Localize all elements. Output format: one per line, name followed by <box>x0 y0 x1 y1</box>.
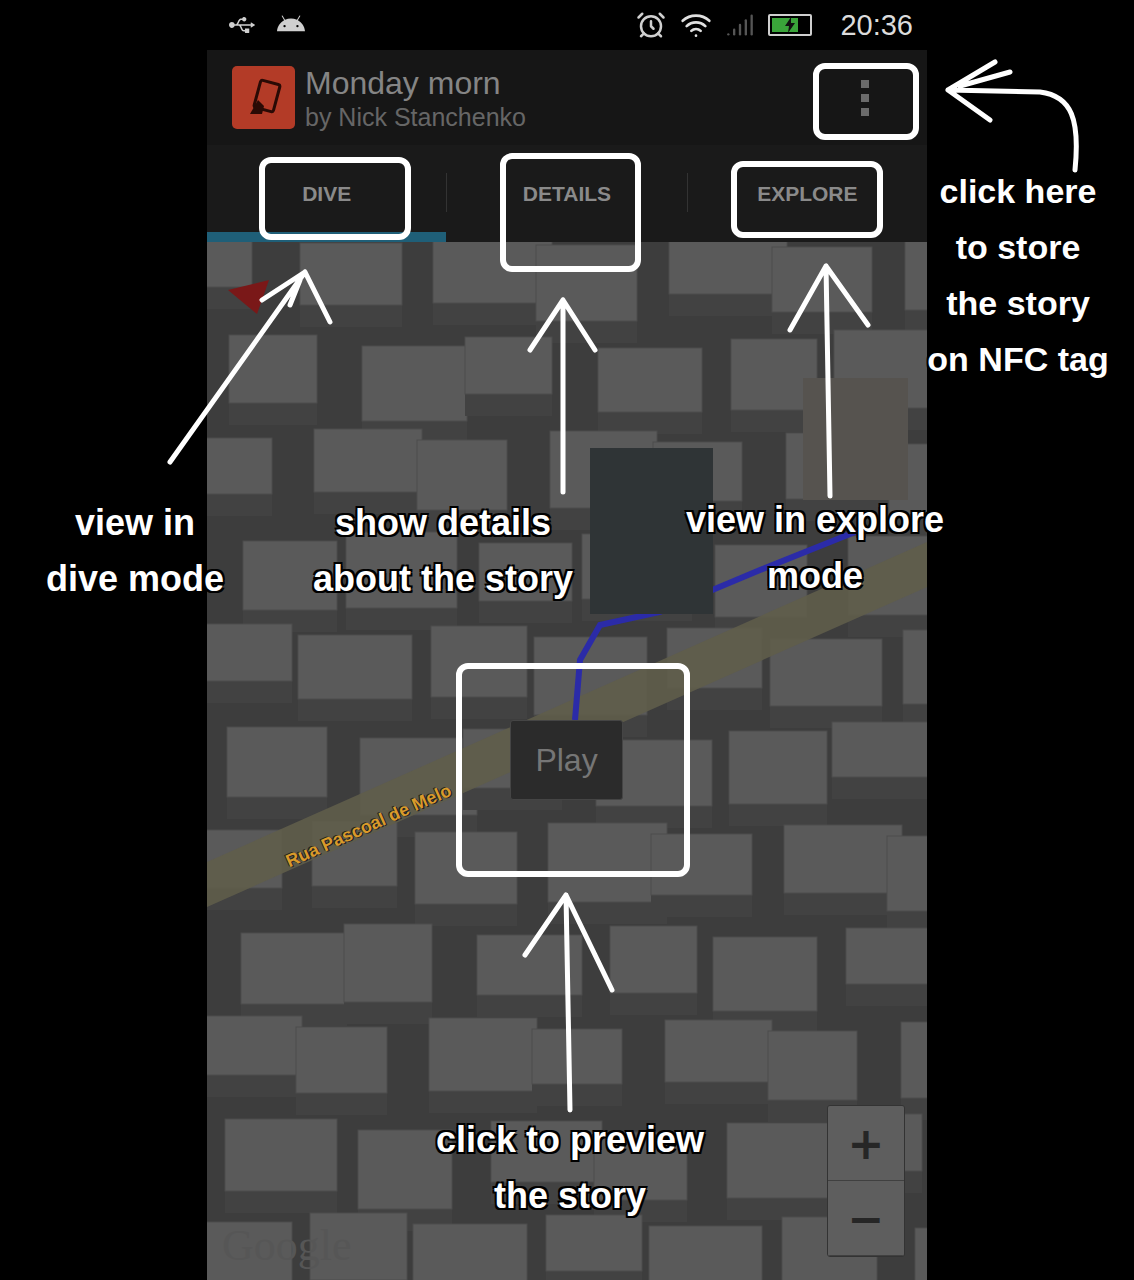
zoom-out-button[interactable]: − <box>828 1181 904 1256</box>
annotated-screenshot: 20:36 Monday mornby Nick Stanchenko DIVEDE… <box>0 0 1134 1280</box>
annotation-line: on NFC tag <box>927 331 1108 387</box>
annotation-line: click to preview <box>436 1112 704 1168</box>
status-bar: 20:36 <box>207 0 927 50</box>
tab[interactable]: DIVE <box>207 145 446 242</box>
tab[interactable]: DETAILS <box>447 145 686 242</box>
usb-icon <box>229 12 255 38</box>
annotation-line: about the story <box>313 551 573 607</box>
battery-icon <box>768 14 812 36</box>
status-time: 20:36 <box>840 9 913 42</box>
charging-icon <box>784 17 796 33</box>
story-title-block: Monday mornby Nick Stanchenko <box>305 64 845 132</box>
tab-bar: DIVEDETAILSEXPLORE <box>207 145 927 242</box>
annotation-line: mode <box>767 548 863 604</box>
overflow-menu-icon[interactable] <box>855 73 875 123</box>
story-icon <box>244 78 284 118</box>
annotation-line: view in explore <box>686 492 944 548</box>
signal-icon <box>726 11 754 39</box>
annotation-label: view indive mode <box>46 495 224 607</box>
annotation-label: click hereto storethe storyon NFC tag <box>927 163 1108 387</box>
zoom-controls: +− <box>827 1105 905 1257</box>
wifi-icon <box>680 9 712 41</box>
annotation-marks-icon <box>0 0 1134 1280</box>
annotation-line: dive mode <box>46 551 224 607</box>
map[interactable]: Rua Pascoal de MeloPlay+−Google <box>207 242 927 1280</box>
annotation-line: show details <box>335 495 551 551</box>
story-title: Monday morn <box>305 64 845 102</box>
story-photo[interactable] <box>803 378 908 500</box>
annotation-line: click here <box>940 163 1097 219</box>
play-button[interactable]: Play <box>510 720 623 800</box>
action-bar: Monday mornby Nick Stanchenko <box>207 50 927 145</box>
tab[interactable]: EXPLORE <box>688 145 927 242</box>
annotation-line: the story <box>494 1168 646 1224</box>
left-margin <box>0 0 207 1280</box>
annotation-line: the story <box>946 275 1090 331</box>
phone-screen: 20:36 Monday mornby Nick Stanchenko DIVEDE… <box>207 0 927 1280</box>
zoom-in-button[interactable]: + <box>828 1106 904 1181</box>
story-photo[interactable] <box>590 448 713 614</box>
google-attribution: Google <box>222 1220 352 1271</box>
annotation-line: to store <box>956 219 1081 275</box>
story-author: by Nick Stanchenko <box>305 102 845 132</box>
annotation-label: view in exploremode <box>686 492 944 604</box>
alarm-icon <box>636 10 666 40</box>
android-icon <box>277 11 305 39</box>
tab-divider <box>446 173 447 212</box>
annotation-layer: view indive mode show detailsabout the st… <box>0 0 1134 1280</box>
right-margin <box>927 0 1134 1280</box>
app-icon[interactable] <box>232 66 295 129</box>
annotation-label: show detailsabout the story <box>313 495 573 607</box>
annotation-label: click to previewthe story <box>436 1112 704 1224</box>
annotation-line: view in <box>75 495 195 551</box>
tab-divider <box>687 173 688 212</box>
